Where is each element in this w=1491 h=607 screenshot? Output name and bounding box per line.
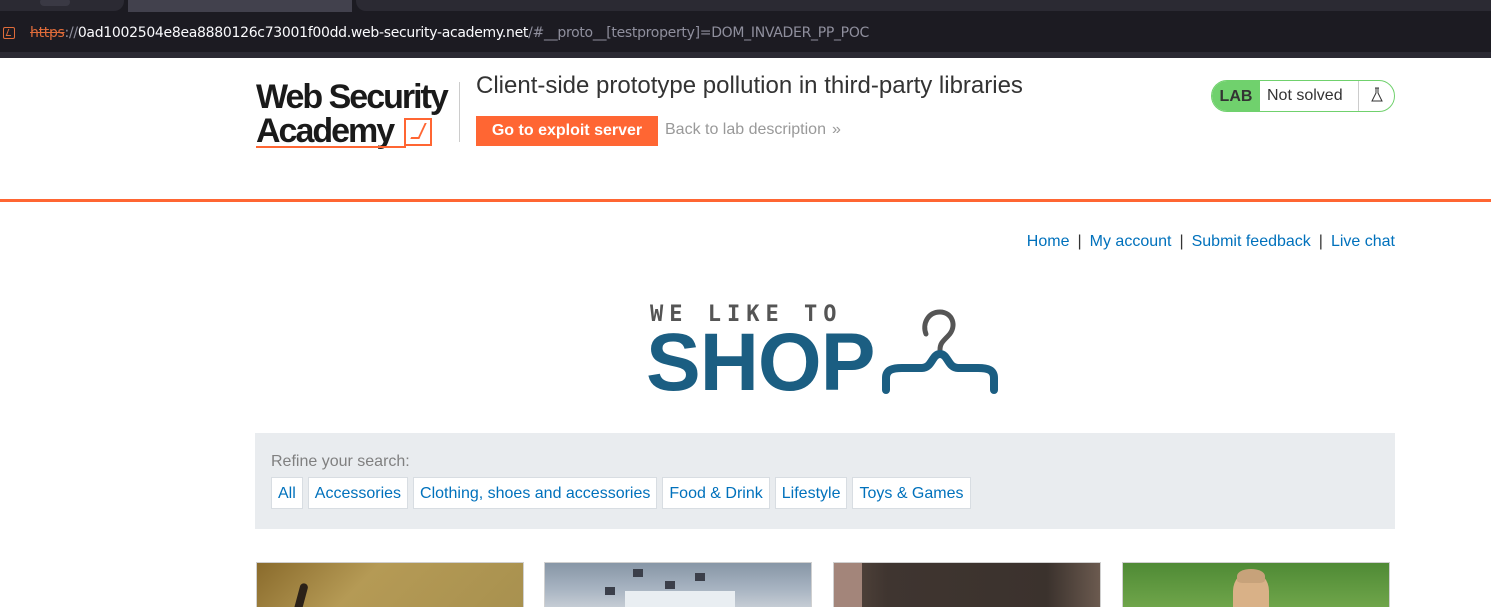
- nav-separator: |: [1179, 233, 1184, 250]
- filter-food-drink[interactable]: Food & Drink: [662, 477, 770, 509]
- nav-separator: |: [1077, 233, 1082, 250]
- double-chevron-right-icon: »: [831, 121, 841, 138]
- lab-badge: LAB: [1212, 81, 1260, 111]
- header-divider: [459, 82, 460, 142]
- product-image[interactable]: [833, 562, 1101, 607]
- lab-title: Client-side prototype pollution in third…: [476, 72, 1023, 99]
- logo-line-2: Academy: [256, 112, 395, 150]
- search-icon: [40, 0, 70, 6]
- address-bar[interactable]: https://0ad1002504e8ea8880126c73001f00dd…: [0, 12, 1491, 52]
- nav-my-account[interactable]: My account: [1090, 233, 1172, 250]
- nav-submit-feedback[interactable]: Submit feedback: [1192, 233, 1311, 250]
- product-image-detail: [834, 563, 862, 607]
- url-scheme: https: [30, 25, 65, 41]
- flask-icon: [1371, 87, 1383, 102]
- browser-tab-active[interactable]: [128, 0, 352, 12]
- header-orange-rule: [0, 199, 1491, 202]
- browser-tab-strip: [0, 0, 1491, 12]
- product-image-detail: [625, 591, 735, 607]
- category-filter-list: All Accessories Clothing, shoes and acce…: [271, 477, 971, 509]
- browser-tab[interactable]: [356, 0, 1491, 11]
- hanger-icon: [882, 309, 998, 394]
- filter-all[interactable]: All: [271, 477, 303, 509]
- flask-icon-cell: [1358, 81, 1394, 111]
- lightning-bolt-icon: [404, 118, 432, 146]
- product-image[interactable]: [256, 562, 524, 607]
- url-separator: ://: [64, 25, 79, 41]
- top-nav: Home | My account | Submit feedback | Live cha…: [1027, 233, 1395, 251]
- lab-status-text: Not solved: [1267, 87, 1343, 104]
- filter-clothing[interactable]: Clothing, shoes and accessories: [413, 477, 658, 509]
- browser-tab[interactable]: [0, 0, 124, 11]
- back-to-lab-link[interactable]: Back to lab description »: [665, 121, 841, 139]
- filter-label: Refine your search:: [271, 453, 410, 470]
- logo-underline: [256, 146, 406, 148]
- url-text[interactable]: https://0ad1002504e8ea8880126c73001f00dd…: [30, 25, 869, 41]
- url-host: 0ad1002504e8ea8880126c73001f00dd.web-sec…: [77, 25, 529, 41]
- browser-toolbar-divider: [0, 52, 1491, 58]
- back-link-label: Back to lab description: [665, 121, 826, 138]
- filter-lifestyle[interactable]: Lifestyle: [774, 477, 848, 509]
- shop-logo: WE LIKE TO SHOP: [646, 300, 1002, 404]
- exploit-server-button[interactable]: Go to exploit server: [476, 116, 658, 146]
- product-image-detail: [293, 582, 309, 607]
- nav-live-chat[interactable]: Live chat: [1331, 233, 1395, 250]
- shop-name: SHOP: [646, 317, 875, 408]
- nav-separator: |: [1318, 233, 1323, 250]
- product-image[interactable]: [1122, 562, 1390, 607]
- web-security-academy-logo[interactable]: Web Security Academy: [256, 80, 456, 150]
- logo-line-1: Web Security: [256, 78, 449, 116]
- filter-panel: Refine your search: All Accessories Clot…: [255, 433, 1395, 529]
- product-image-detail: [665, 581, 675, 589]
- nav-home[interactable]: Home: [1027, 233, 1070, 250]
- product-image-detail: [1237, 569, 1265, 583]
- filter-toys-games[interactable]: Toys & Games: [852, 477, 971, 509]
- url-path: /#__proto__[testproperty]=DOM_INVADER_PP…: [528, 25, 870, 41]
- product-image-detail: [695, 573, 705, 581]
- filter-accessories[interactable]: Accessories: [307, 477, 409, 509]
- product-image[interactable]: [544, 562, 812, 607]
- lab-status-widget: LAB Not solved: [1211, 80, 1395, 112]
- product-image-detail: [633, 569, 643, 577]
- site-lightning-icon: [3, 27, 15, 39]
- product-image-detail: [605, 587, 615, 595]
